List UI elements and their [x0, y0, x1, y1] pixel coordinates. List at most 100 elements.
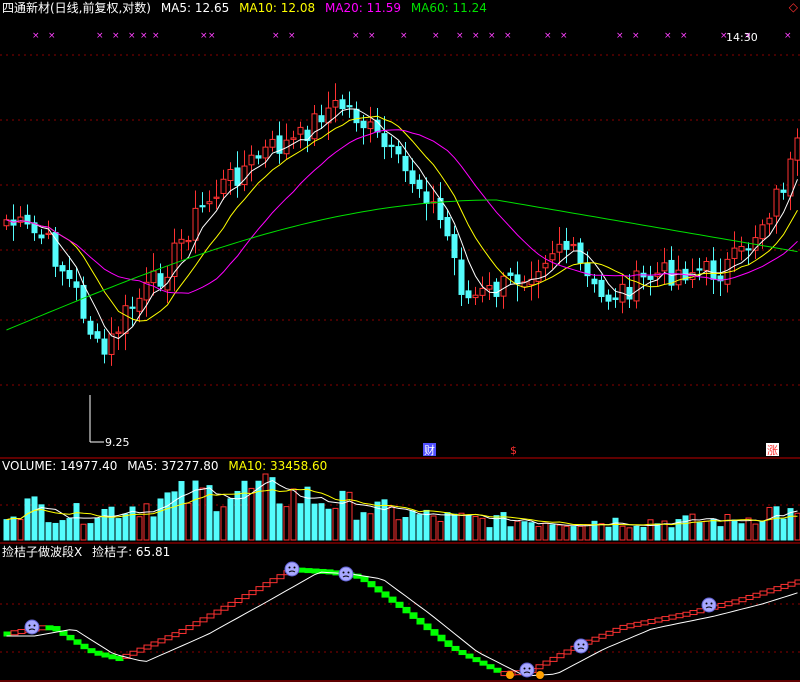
candle-body	[409, 170, 416, 185]
face-icon	[338, 566, 354, 582]
volume-bar	[171, 491, 178, 541]
candle-body	[304, 129, 311, 142]
volume-bar	[178, 481, 185, 541]
volume-bar	[402, 516, 409, 541]
signal-mark: ×	[432, 31, 440, 41]
volume-bar	[325, 508, 332, 541]
candle-body	[360, 120, 367, 129]
candle-body	[507, 272, 514, 276]
volume-bar	[752, 523, 759, 541]
volume-bar	[269, 477, 276, 541]
volume-bar	[696, 522, 703, 541]
volume-bar	[493, 515, 500, 541]
indicator-step	[591, 636, 600, 642]
signal-mark: ×	[488, 31, 496, 41]
candle-body	[80, 284, 87, 319]
event-marker: 财	[424, 443, 435, 457]
indicator-step	[171, 632, 180, 638]
volume-bar	[563, 525, 570, 541]
indicator-step	[115, 656, 124, 662]
volume-bar	[157, 498, 164, 541]
volume-bar	[409, 510, 416, 541]
candle-body	[423, 191, 430, 204]
volume-bar	[528, 522, 535, 541]
candle-body	[766, 217, 773, 225]
indicator-step	[150, 641, 159, 647]
volume-header: VOLUME: 14977.40 MA5: 37277.80 MA10: 334…	[2, 459, 333, 473]
volume-ma5: MA5: 37277.80	[127, 459, 219, 473]
candle-body	[199, 205, 206, 208]
main-chart-header: 四通新材(日线,前复权,对数) MA5: 12.65 MA10: 12.08 M…	[2, 1, 493, 15]
candle-body	[402, 155, 409, 172]
volume-bar	[10, 516, 17, 541]
volume-bar	[94, 517, 101, 541]
indicator-step	[94, 650, 103, 656]
face-eye	[293, 566, 296, 569]
candle-body	[731, 247, 738, 259]
volume-bar	[437, 520, 444, 541]
volume-bar	[395, 519, 402, 541]
event-marker: $	[510, 444, 517, 457]
face-eye	[705, 602, 708, 605]
candle-body	[577, 242, 584, 264]
indicator-step	[493, 667, 502, 673]
signal-mark: ×	[152, 31, 160, 41]
indicator-step	[409, 612, 418, 619]
indicator-step	[437, 634, 446, 642]
indicator-step	[759, 590, 768, 596]
face-icon	[701, 597, 717, 613]
indicator-step	[199, 617, 208, 623]
low-price-label: 9.25	[105, 436, 130, 449]
indicator-step	[612, 627, 621, 633]
volume-bar	[549, 524, 556, 541]
volume-bar	[122, 513, 129, 541]
volume-bar	[745, 517, 752, 541]
diamond-icon[interactable]: ◇	[789, 0, 798, 14]
candle-body	[612, 297, 619, 301]
signal-marks: × × × × × × × × × × × × × × × × × × × × × × × × × × × ×	[32, 31, 792, 41]
volume-bar	[290, 488, 297, 541]
indicator-step	[80, 643, 89, 650]
indicator-step	[556, 653, 565, 659]
indicator-step	[206, 613, 215, 619]
indicator-step	[605, 630, 614, 636]
signal-mark: ×	[112, 31, 120, 41]
candle-body	[780, 189, 787, 193]
chart-canvas[interactable]: × × × × × × × × × × × × × × × × × × × × × × × × × × × ×14:309.25财 $ 涨	[0, 0, 800, 682]
volume-bar	[136, 516, 143, 541]
volume-bar	[479, 517, 486, 541]
indicator-step	[724, 601, 733, 607]
indicator-step	[619, 624, 628, 630]
volume-bar	[87, 523, 94, 541]
volume-bar	[332, 507, 339, 541]
volume-bar	[724, 514, 731, 541]
indicator-step	[787, 581, 796, 587]
indicator-step	[416, 617, 425, 625]
candle-body	[255, 155, 262, 159]
face-circle	[573, 638, 589, 654]
volume-bar	[710, 518, 717, 541]
candle-body	[661, 262, 668, 272]
ma20-label: MA20: 11.59	[324, 1, 401, 15]
indicator-step	[661, 616, 670, 622]
indicator-step	[276, 574, 285, 580]
indicator-step	[227, 601, 236, 607]
signal-mark: ×	[140, 31, 148, 41]
candle-body	[549, 253, 556, 261]
candle-body	[129, 306, 136, 309]
face-eye	[582, 643, 585, 646]
indicator-step	[563, 649, 572, 655]
indicator-step	[423, 623, 432, 631]
indicator-step	[45, 625, 54, 631]
indicator-step	[731, 599, 740, 605]
candle-body	[269, 138, 276, 148]
volume-bar	[472, 516, 479, 541]
volume-bar	[703, 520, 710, 541]
indicator-step	[325, 569, 334, 575]
candle-body	[178, 238, 185, 244]
volume-bar	[115, 518, 122, 541]
indicator-step	[430, 629, 439, 636]
candle-body	[24, 214, 31, 225]
signal-mark: ×	[472, 31, 480, 41]
indicator-value: 捡桔子: 65.81	[92, 545, 171, 559]
